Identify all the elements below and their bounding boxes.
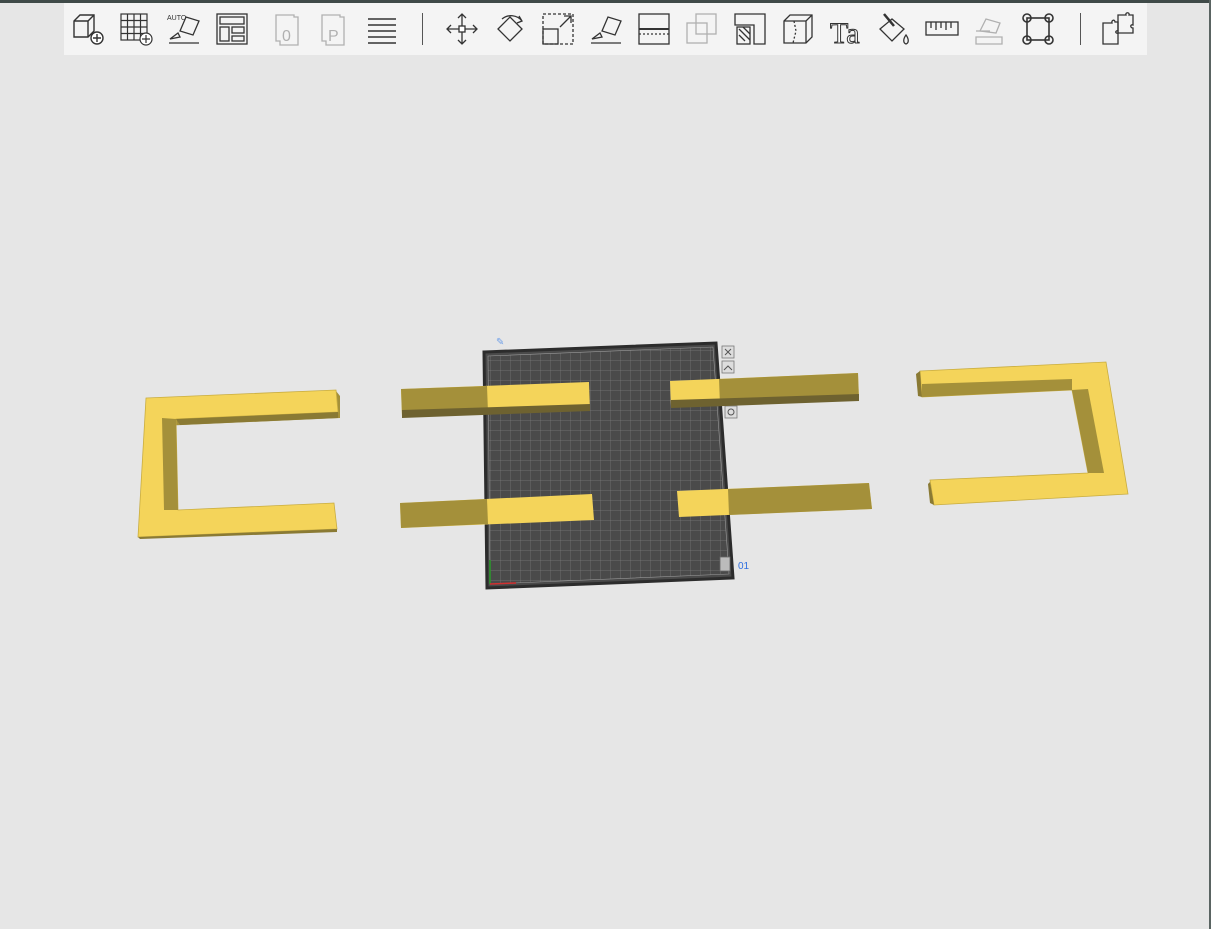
move-button[interactable] xyxy=(442,9,482,49)
main-toolbar: AUTO 0 P Ta xyxy=(64,3,1147,55)
support-paint-icon xyxy=(734,13,766,45)
grid-plus-icon xyxy=(120,13,153,46)
arrange-button[interactable] xyxy=(212,9,252,49)
ruler-icon xyxy=(925,21,959,36)
brim-ears-button[interactable] xyxy=(1018,9,1058,49)
cube-plus-icon xyxy=(73,14,104,45)
lock-icon[interactable] xyxy=(719,556,731,572)
layers-icon xyxy=(368,18,396,44)
brim-ears-icon xyxy=(1022,13,1054,45)
support-paint-button[interactable] xyxy=(730,9,770,49)
plate-number-label: 01 xyxy=(738,561,750,572)
build-plate[interactable] xyxy=(482,341,735,590)
scale-button[interactable] xyxy=(538,9,578,49)
paint-bucket-icon xyxy=(879,13,909,45)
cut-icon xyxy=(638,13,670,45)
edit-plate-icon[interactable]: ✎ xyxy=(496,337,504,348)
color-paint-button[interactable] xyxy=(874,9,914,49)
toolbar-separator xyxy=(1080,13,1081,45)
settings-icon[interactable] xyxy=(724,405,738,419)
assembly-icon xyxy=(975,18,1003,45)
cut-button[interactable] xyxy=(634,9,674,49)
plate-p-button[interactable]: P xyxy=(314,9,354,49)
move-arrows-icon xyxy=(446,13,478,45)
rotate-button[interactable] xyxy=(490,9,530,49)
plate-zero-icon: 0 xyxy=(275,14,299,46)
assembly-button[interactable] xyxy=(970,9,1010,49)
seam-paint-icon xyxy=(783,14,813,44)
auto-orient-button[interactable]: AUTO xyxy=(164,9,204,49)
text-button[interactable]: Ta xyxy=(826,9,866,49)
image-icon[interactable] xyxy=(721,360,735,374)
lay-on-face-icon xyxy=(591,16,622,44)
layers-button[interactable] xyxy=(362,9,402,49)
add-object-button[interactable] xyxy=(68,9,108,49)
boolean-icon xyxy=(686,13,717,44)
puzzle-icon xyxy=(1102,12,1134,45)
measure-button[interactable] xyxy=(922,9,962,49)
text-tool-icon: Ta xyxy=(830,17,861,48)
model-right-bracket[interactable] xyxy=(916,361,1129,506)
add-plate-button[interactable] xyxy=(116,9,156,49)
rotate-icon xyxy=(497,15,523,42)
scale-icon xyxy=(542,13,574,45)
arrange-layout-icon xyxy=(216,13,248,45)
boolean-button[interactable] xyxy=(682,9,722,49)
text-tool-label: Ta xyxy=(830,17,860,47)
plate-p-icon: P xyxy=(321,14,345,46)
plate-0-label: 0 xyxy=(282,28,291,45)
seam-paint-button[interactable] xyxy=(778,9,818,49)
toolbar-separator xyxy=(422,13,423,45)
close-icon[interactable] xyxy=(721,345,735,359)
plate-p-label: P xyxy=(328,28,339,45)
model-left-bracket[interactable] xyxy=(137,389,340,539)
split-parts-button[interactable] xyxy=(1098,9,1138,49)
plate-0-button[interactable]: 0 xyxy=(268,9,308,49)
3d-viewport[interactable]: ✎ 01 xyxy=(0,55,1209,929)
lay-on-face-button[interactable] xyxy=(586,9,626,49)
